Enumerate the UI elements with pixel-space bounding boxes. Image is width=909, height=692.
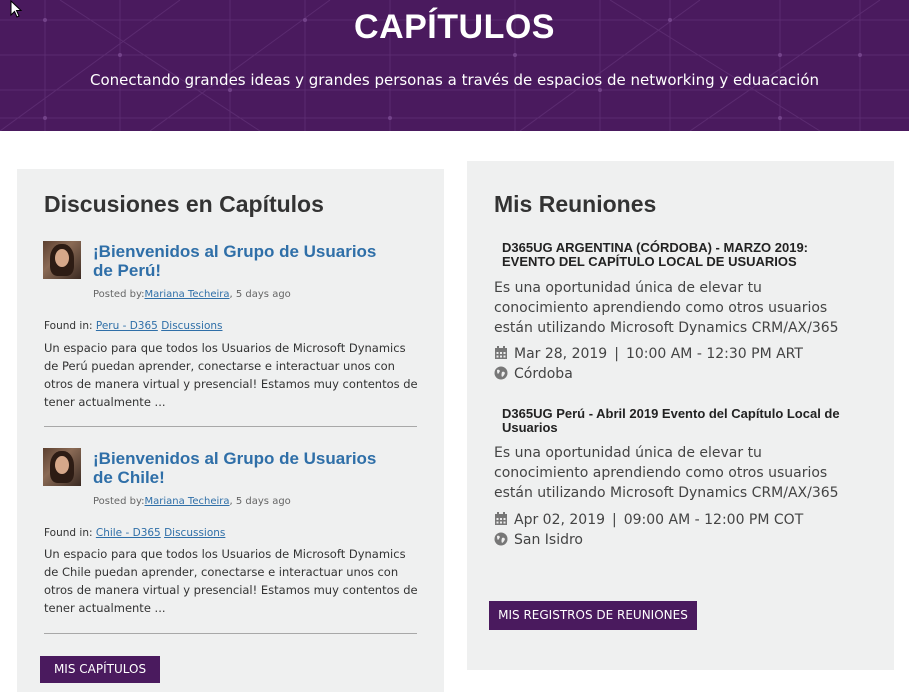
- meeting-location: Córdoba: [494, 366, 573, 382]
- my-meetings-panel: Mis Reuniones D365UG ARGENTINA (CÓRDOBA)…: [467, 161, 894, 670]
- page-title: CAPÍTULOS: [354, 8, 555, 46]
- discussion-excerpt: Un espacio para que todos los Usuarios d…: [44, 341, 418, 409]
- meeting-date: Apr 02, 2019: [514, 512, 606, 528]
- divider: [44, 633, 417, 634]
- meeting-time: 09:00 AM - 12:00 PM COT: [623, 512, 804, 528]
- group-link[interactable]: Chile - D365: [96, 527, 161, 539]
- author-avatar[interactable]: [43, 241, 81, 279]
- discussion-title-line: ¡Bienvenidos al Grupo de Usuarios: [93, 242, 377, 261]
- mouse-cursor-icon: [10, 0, 23, 18]
- location-name: San Isidro: [514, 532, 584, 548]
- discussion-excerpt: Un espacio para que todos los Usuarios d…: [44, 547, 418, 615]
- author-avatar[interactable]: [43, 448, 81, 486]
- found-in-label: Found in:: [44, 527, 96, 539]
- forum-link[interactable]: Discussions: [161, 320, 222, 332]
- found-in: Found in: Peru - D365 Discussions: [44, 320, 223, 332]
- discussion-title-line: ¡Bienvenidos al Grupo de Usuarios: [93, 449, 377, 468]
- posted-by-label: Posted by:: [93, 496, 145, 507]
- posted-by: Posted by:Mariana Techeira, 5 days ago: [93, 289, 291, 300]
- meeting-location: San Isidro: [494, 532, 583, 548]
- divider: [44, 426, 417, 427]
- calendar-icon: [495, 346, 507, 359]
- meetings-heading: Mis Reuniones: [494, 191, 657, 217]
- discussions-heading: Discusiones en Capítulos: [44, 191, 324, 217]
- group-link[interactable]: Peru - D365: [96, 320, 158, 332]
- discussion-title-link[interactable]: ¡Bienvenidos al Grupo de Usuarios de Per…: [93, 242, 383, 280]
- meeting-date: Mar 28, 2019: [514, 346, 608, 362]
- page-subtitle: Conectando grandes ideas y grandes perso…: [89, 71, 820, 89]
- meeting-datetime: Apr 02, 2019 | 09:00 AM - 12:00 PM COT: [494, 512, 803, 528]
- globe-icon: [494, 532, 508, 546]
- discussion-title-line: de Perú!: [93, 261, 162, 280]
- posted-by-label: Posted by:: [93, 289, 145, 300]
- meeting-datetime: Mar 28, 2019 | 10:00 AM - 12:30 PM ART: [494, 346, 803, 362]
- calendar-icon: [495, 512, 507, 525]
- forum-link[interactable]: Discussions: [164, 527, 225, 539]
- discussion-title-link[interactable]: ¡Bienvenidos al Grupo de Usuarios de Chi…: [93, 449, 383, 487]
- found-in-label: Found in:: [44, 320, 96, 332]
- meeting-time: 10:00 AM - 12:30 PM ART: [625, 346, 803, 362]
- meeting-description: Es una oportunidad única de elevar tu co…: [494, 445, 839, 521]
- post-time: , 5 days ago: [229, 289, 291, 300]
- location-name: Córdoba: [514, 366, 573, 382]
- separator: |: [614, 346, 619, 362]
- posted-by: Posted by:Mariana Techeira, 5 days ago: [93, 496, 291, 507]
- discussion-title-line: de Chile!: [93, 468, 165, 487]
- author-link[interactable]: Mariana Techeira: [145, 289, 230, 300]
- meeting-title-link[interactable]: D365UG Perú - Abril 2019 Evento del Capí…: [502, 407, 862, 435]
- my-chapters-button[interactable]: MIS CAPÍTULOS: [40, 656, 160, 683]
- meeting-title-link[interactable]: D365UG ARGENTINA (CÓRDOBA) - MARZO 2019:…: [502, 241, 862, 269]
- author-link[interactable]: Mariana Techeira: [145, 496, 230, 507]
- my-meeting-registrations-button[interactable]: MIS REGISTROS DE REUNIONES: [489, 601, 697, 630]
- hero-banner: CAPÍTULOS Conectando grandes ideas y gra…: [0, 0, 909, 131]
- chapter-discussions-panel: Discusiones en Capítulos ¡Bienvenidos al…: [17, 169, 444, 692]
- globe-icon: [494, 366, 508, 380]
- found-in: Found in: Chile - D365 Discussions: [44, 527, 225, 539]
- post-time: , 5 days ago: [229, 496, 291, 507]
- separator: |: [612, 512, 617, 528]
